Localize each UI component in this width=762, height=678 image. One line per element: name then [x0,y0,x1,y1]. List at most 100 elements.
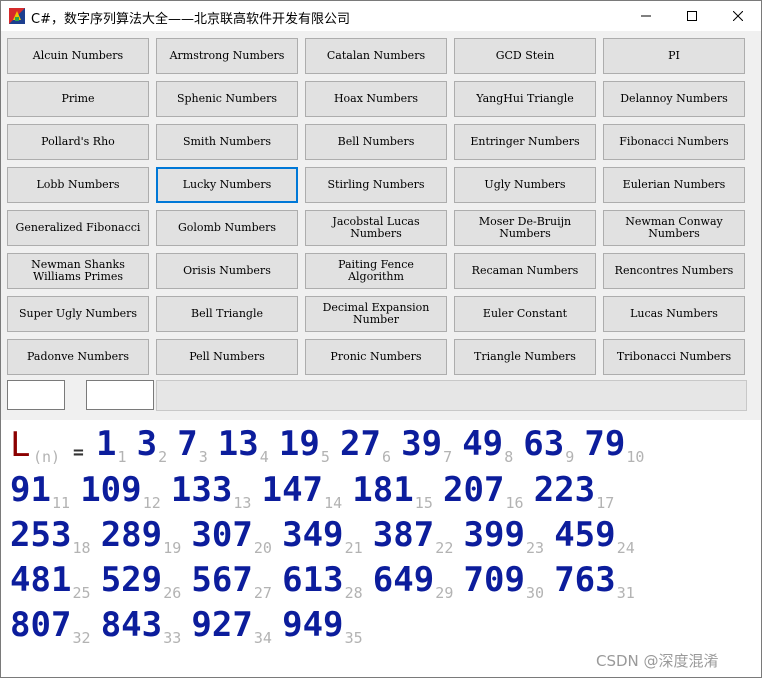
sequence-index: 23 [526,539,545,557]
sequence-value: 649 [372,560,435,600]
sequence-index: 14 [324,494,343,512]
sequence-index: 26 [163,584,182,602]
sequence-value: 27 [340,424,381,464]
sequence-index: 11 [52,494,71,512]
algo-button-lobb-numbers[interactable]: Lobb Numbers [7,167,149,203]
sequence-value: 39 [401,424,443,464]
sequence-index: 2 [158,448,168,466]
algo-button-smith-numbers[interactable]: Smith Numbers [156,124,298,160]
sequence-value: 843 [100,605,163,645]
sequence-value: 49 [462,424,504,464]
sequence-value: 223 [533,470,596,510]
algo-button-hoax-numbers[interactable]: Hoax Numbers [305,81,447,117]
sequence-index: 15 [414,494,433,512]
algo-button-entringer-numbers[interactable]: Entringer Numbers [454,124,596,160]
sequence-index: 19 [163,539,182,557]
sequence-value: 109 [80,470,142,510]
algo-button-stirling-numbers[interactable]: Stirling Numbers [305,167,447,203]
sequence-index: 9 [565,448,575,466]
algo-button-tribonacci-numbers[interactable]: Tribonacci Numbers [603,339,745,375]
sequence-value: 399 [463,515,525,555]
algo-button-pollard-s-rho[interactable]: Pollard's Rho [7,124,149,160]
algo-button-orisis-numbers[interactable]: Orisis Numbers [156,253,298,289]
algo-button-bell-numbers[interactable]: Bell Numbers [305,124,447,160]
algo-button-rencontres-numbers[interactable]: Rencontres Numbers [603,253,745,289]
sequence-value: 613 [282,560,344,600]
algo-button-gcd-stein[interactable]: GCD Stein [454,38,596,74]
sequence-index: 5 [320,448,330,466]
sequence-value: 79 [584,424,626,464]
sequence-value: 709 [463,560,525,600]
sequence-index: 18 [72,539,91,557]
maximize-button[interactable] [669,1,715,31]
algo-button-recaman-numbers[interactable]: Recaman Numbers [454,253,596,289]
sequence-value: 927 [191,605,253,645]
algo-button-triangle-numbers[interactable]: Triangle Numbers [454,339,596,375]
sequence-index: 33 [163,629,182,647]
sequence-index: 8 [504,448,514,466]
sequence-index: 22 [435,539,454,557]
sequence-index: 21 [344,539,363,557]
sequence-value: 63 [523,424,565,464]
sequence-value: 19 [278,424,320,464]
input-field-a[interactable] [7,380,65,410]
algo-button-fibonacci-numbers[interactable]: Fibonacci Numbers [603,124,745,160]
algo-button-catalan-numbers[interactable]: Catalan Numbers [305,38,447,74]
algo-button-padonve-numbers[interactable]: Padonve Numbers [7,339,149,375]
sequence-value: 207 [443,470,505,510]
algo-button-pi[interactable]: PI [603,38,745,74]
minimize-button[interactable] [623,1,669,31]
sequence-value: 289 [100,515,163,555]
status-panel [156,380,747,411]
sequence-index: 4 [259,448,269,466]
title-bar[interactable]: C#，数字序列算法大全——北京联高软件开发有限公司 [1,1,761,31]
algo-button-lucky-numbers[interactable]: Lucky Numbers [156,167,298,203]
sequence-value: 91 [10,470,51,510]
algo-button-armstrong-numbers[interactable]: Armstrong Numbers [156,38,298,74]
algo-button-euler-constant[interactable]: Euler Constant [454,296,596,332]
algo-button-ugly-numbers[interactable]: Ugly Numbers [454,167,596,203]
sequence-subscript: (n) [33,448,61,466]
sequence-value: 7 [177,424,198,464]
sequence-index: 25 [72,584,91,602]
algo-button-eulerian-numbers[interactable]: Eulerian Numbers [603,167,745,203]
sequence-index: 20 [253,539,272,557]
algo-button-decimal-expansion-number[interactable]: Decimal Expansion Number [305,296,447,332]
algo-button-yanghui-triangle[interactable]: YangHui Triangle [454,81,596,117]
sequence-index: 7 [443,448,453,466]
algo-button-super-ugly-numbers[interactable]: Super Ugly Numbers [7,296,149,332]
algo-button-pronic-numbers[interactable]: Pronic Numbers [305,339,447,375]
algo-button-generalized-fibonacci[interactable]: Generalized Fibonacci [7,210,149,246]
algo-button-paiting-fence-algorithm[interactable]: Paiting Fence Algorithm [305,253,447,289]
algo-button-prime[interactable]: Prime [7,81,149,117]
algo-button-lucas-numbers[interactable]: Lucas Numbers [603,296,745,332]
algo-button-golomb-numbers[interactable]: Golomb Numbers [156,210,298,246]
sequence-index: 1 [117,448,127,466]
watermark: CSDN @深度混淆 [596,652,719,670]
algo-button-delannoy-numbers[interactable]: Delannoy Numbers [603,81,745,117]
close-button[interactable] [715,1,761,31]
sequence-value: 133 [170,470,233,510]
algo-button-jacobstal-lucas-numbers[interactable]: Jacobstal Lucas Numbers [305,210,447,246]
sequence-index: 30 [526,584,545,602]
sequence-value: 253 [10,515,72,555]
algo-button-pell-numbers[interactable]: Pell Numbers [156,339,298,375]
algo-button-sphenic-numbers[interactable]: Sphenic Numbers [156,81,298,117]
sequence-output: L (n) = 1 1 3 2 7 3 13 4 19 5 27 6 39 7 49 8 63 9 79 10 91 11… [1,420,761,677]
algo-button-newman-shanks-williams-primes[interactable]: Newman Shanks Williams Primes [7,253,149,289]
algo-button-newman-conway-numbers[interactable]: Newman Conway Numbers [603,210,745,246]
algo-button-alcuin-numbers[interactable]: Alcuin Numbers [7,38,149,74]
sequence-index: 6 [382,448,392,466]
sequence-value: 567 [191,560,253,600]
algo-button-moser-de-bruijn-numbers[interactable]: Moser De-Bruijn Numbers [454,210,596,246]
algo-button-bell-triangle[interactable]: Bell Triangle [156,296,298,332]
sequence-value: 307 [191,515,253,555]
minimize-icon [641,15,651,17]
sequence-value: 763 [554,560,616,600]
sequence-index: 10 [626,448,645,466]
input-field-b[interactable] [86,380,154,410]
sequence-index: 28 [344,584,363,602]
sequence-index: 24 [616,539,635,557]
sequence-letter: L [10,425,31,465]
sequence-index: 32 [72,629,91,647]
